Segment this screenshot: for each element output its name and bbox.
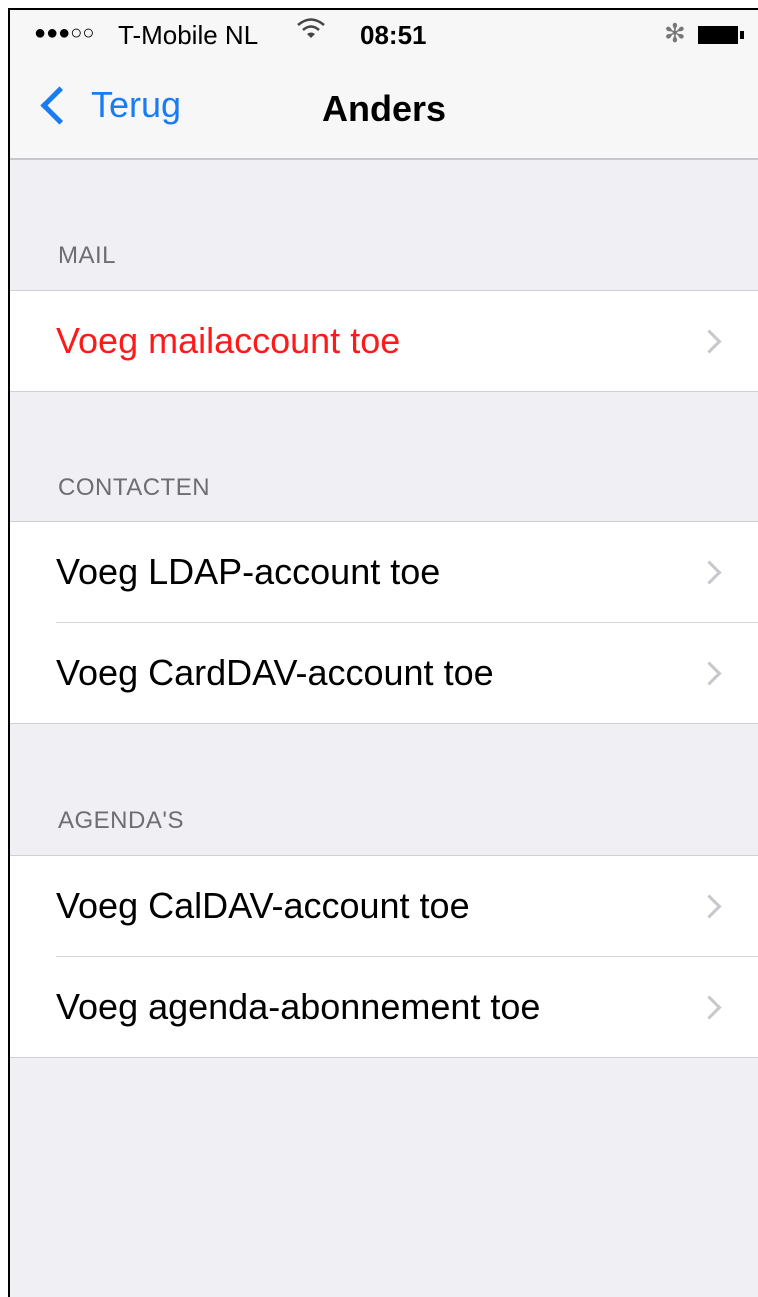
phone-screen: ●●●○○ T-Mobile NL 08:51 ✻ Terug Anders M… xyxy=(8,8,758,1297)
mail-group: Voeg mailaccount toe xyxy=(10,290,758,392)
row-label: Voeg CalDAV-account toe xyxy=(56,885,470,926)
row-label: Voeg mailaccount toe xyxy=(56,320,401,361)
contacts-group: Voeg LDAP-account toe Voeg CardDAV-accou… xyxy=(10,521,758,724)
chevron-right-icon xyxy=(697,661,722,686)
section-header-contacts: CONTACTEN xyxy=(58,474,211,501)
add-carddav-account-row[interactable]: Voeg CardDAV-account toe xyxy=(10,623,758,723)
battery-tip xyxy=(740,31,744,39)
chevron-right-icon xyxy=(697,894,722,919)
clock: 08:51 xyxy=(360,20,427,50)
section-header-mail: MAIL xyxy=(58,242,117,269)
add-calendar-subscription-row[interactable]: Voeg agenda-abonnement toe xyxy=(10,957,758,1057)
bluetooth-icon: ✻ xyxy=(664,18,686,48)
battery-icon xyxy=(698,26,738,44)
signal-strength: ●●●○○ xyxy=(34,22,95,44)
add-mail-account-row[interactable]: Voeg mailaccount toe xyxy=(10,291,758,391)
row-label: Voeg agenda-abonnement toe xyxy=(56,986,541,1027)
row-label: Voeg LDAP-account toe xyxy=(56,551,441,592)
chevron-right-icon xyxy=(697,329,722,354)
wifi-icon xyxy=(296,16,326,49)
section-header-calendars: AGENDA'S xyxy=(58,807,184,834)
chevron-right-icon xyxy=(697,995,722,1020)
status-bar: ●●●○○ T-Mobile NL 08:51 ✻ xyxy=(10,10,758,60)
navigation-bar: Terug Anders xyxy=(10,60,758,160)
chevron-right-icon xyxy=(697,560,722,585)
carrier-name: T-Mobile NL xyxy=(118,20,259,50)
add-caldav-account-row[interactable]: Voeg CalDAV-account toe xyxy=(10,856,758,956)
page-title: Anders xyxy=(321,88,447,129)
row-label: Voeg CardDAV-account toe xyxy=(56,652,494,693)
add-ldap-account-row[interactable]: Voeg LDAP-account toe xyxy=(10,522,758,622)
calendars-group: Voeg CalDAV-account toe Voeg agenda-abon… xyxy=(10,855,758,1058)
